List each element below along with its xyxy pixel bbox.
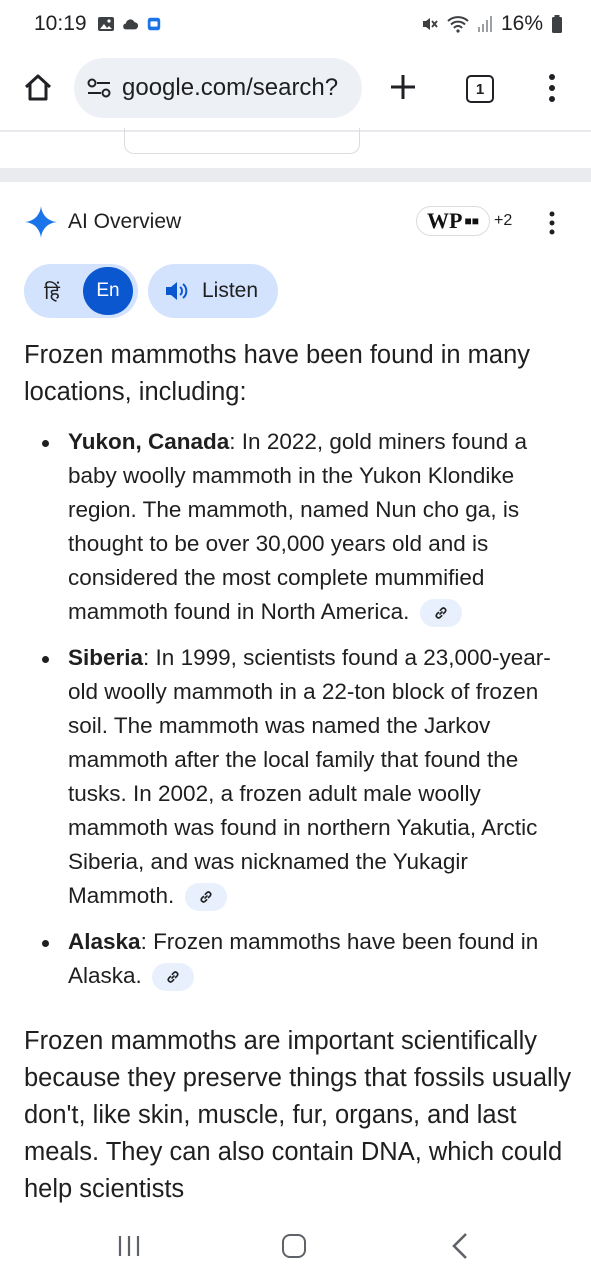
list-item-term: Yukon, Canada (68, 429, 230, 454)
browser-toolbar: google.com/search? 1 (0, 48, 591, 130)
recent-apps-icon[interactable] (117, 1234, 141, 1258)
ai-overview-paragraph: Frozen mammoths are important scientific… (24, 1027, 572, 1203)
tab-count: 1 (475, 80, 485, 98)
citation-link-button[interactable] (152, 963, 195, 992)
list-item-text: : In 1999, scientists found a 23,000-yea… (68, 645, 551, 908)
battery-percent: 16% (500, 12, 543, 35)
ai-overview-header: AI Overview WP ■■ +2 (24, 204, 568, 240)
source-logo-text: WP (427, 208, 463, 233)
status-bar: 10:19 16% (0, 0, 591, 48)
ai-overview-menu-icon[interactable] (548, 210, 556, 236)
battery-icon (552, 15, 562, 33)
citation-link-button[interactable] (184, 883, 227, 912)
list-item-term: Siberia (68, 645, 144, 670)
list-item-text: : In 2022, gold miners found a baby wool… (68, 429, 527, 624)
system-indicators: 16% (421, 12, 563, 36)
sources-button[interactable]: WP ■■ +2 (416, 206, 512, 236)
wifi-icon (447, 16, 469, 33)
citation-link-button[interactable] (419, 599, 462, 628)
source-logo[interactable]: WP ■■ (416, 206, 490, 236)
link-icon (435, 607, 447, 619)
home-nav-icon[interactable] (282, 1234, 306, 1258)
notification-icons (97, 16, 163, 32)
link-icon (200, 891, 212, 903)
url-text[interactable]: google.com/search? (122, 74, 338, 102)
plus-icon[interactable] (388, 72, 418, 102)
sources-more-count[interactable]: +2 (494, 212, 512, 230)
sparkle-icon (25, 206, 57, 238)
mute-icon (422, 18, 438, 30)
app-notification-icon (147, 17, 160, 31)
overflow-menu-icon[interactable] (546, 72, 558, 104)
listen-button[interactable]: Listen (148, 264, 278, 318)
list-item: Siberia: In 1999, scientists found a 23,… (24, 641, 572, 913)
system-nav-bar (0, 1210, 591, 1280)
status-time: 10:19 (34, 12, 87, 35)
lang-english-option[interactable]: En (83, 267, 133, 315)
lang-hindi-option[interactable]: हिं (24, 278, 80, 305)
cloud-icon (122, 19, 138, 30)
locations-list: Yukon, Canada: In 2022, gold miners foun… (24, 425, 572, 1005)
list-item: Yukon, Canada: In 2022, gold miners foun… (24, 425, 572, 629)
language-toggle: हिं En (24, 264, 138, 318)
list-item: Alaska: Frozen mammoths have been found … (24, 925, 572, 993)
address-bar[interactable]: google.com/search? (74, 58, 362, 118)
gallery-icon (97, 17, 114, 31)
previous-card-edge (124, 128, 360, 154)
ai-overview-intro: Frozen mammoths have been found in many … (24, 341, 531, 406)
section-separator (0, 168, 591, 182)
signal-icon (477, 16, 492, 32)
back-icon[interactable] (450, 1232, 470, 1260)
tune-icon[interactable] (86, 77, 112, 99)
ai-overview-title: AI Overview (68, 210, 182, 233)
speaker-icon (166, 282, 188, 300)
list-item-term: Alaska (68, 929, 141, 954)
link-icon (167, 971, 179, 983)
listen-label: Listen (202, 279, 259, 302)
home-icon[interactable] (22, 72, 54, 104)
tabs-icon[interactable]: 1 (466, 75, 494, 103)
